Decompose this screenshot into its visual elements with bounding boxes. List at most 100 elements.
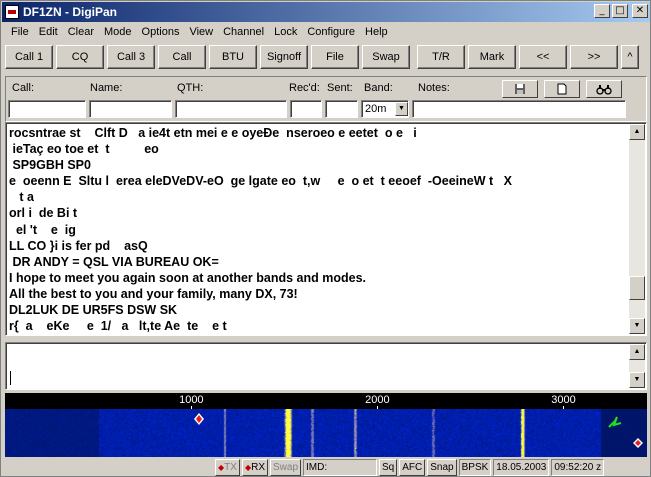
binoculars-icon [596, 85, 612, 95]
save-icon [515, 84, 525, 94]
menu-mode[interactable]: Mode [99, 24, 137, 41]
menu-bar: File Edit Clear Mode Options View Channe… [2, 23, 650, 42]
receive-line: All the best to you and your family, man… [9, 286, 298, 301]
recd-input[interactable] [290, 100, 322, 118]
waterfall-canvas[interactable] [5, 409, 647, 457]
macro-toolbar: Call 1 CQ Call 3 Call BTU Signoff File S… [5, 45, 647, 71]
receive-line: LL CO }i is fer pd asQ [9, 238, 148, 253]
time-display: 09:52:20 z [551, 458, 605, 476]
receive-line: rocsntrae st Clft D a ie4t etn mei e e o… [9, 126, 417, 140]
new-page-icon [557, 83, 567, 95]
chevron-down-icon[interactable]: ▼ [395, 102, 408, 116]
notes-input[interactable] [412, 100, 626, 118]
log-panel: Call: Name: QTH: Rec'd: Sent: Band: Note… [5, 76, 647, 122]
receive-scrollbar[interactable]: ▲ ▼ [629, 124, 645, 334]
name-input[interactable] [89, 100, 172, 118]
call-label: Call: [12, 82, 35, 94]
receive-scroll-thumb[interactable] [629, 276, 645, 300]
qth-input[interactable] [175, 100, 287, 118]
macro-btu-button[interactable]: BTU [209, 45, 257, 69]
rx-status-button[interactable]: ◆RX [241, 458, 268, 476]
menu-channel[interactable]: Channel [218, 24, 269, 41]
save-log-button[interactable] [502, 80, 538, 98]
menu-help[interactable]: Help [360, 24, 393, 41]
macro-file-button[interactable]: File [311, 45, 359, 69]
macro-call3-button[interactable]: Call 3 [107, 45, 155, 69]
receive-text: rocsntrae st Clft D a ie4t etn mei e e o… [9, 125, 629, 334]
tx-scroll-up-icon[interactable]: ▲ [629, 344, 645, 360]
notes-label: Notes: [418, 82, 450, 94]
close-button[interactable]: ✕ [632, 4, 648, 18]
next-button[interactable]: >> [570, 45, 618, 69]
app-icon[interactable] [5, 5, 19, 19]
band-label: Band: [364, 82, 393, 94]
band-select[interactable]: 20m ▼ [361, 100, 409, 118]
frequency-scale: 1000 2000 3000 [5, 393, 647, 409]
receive-line: I hope to meet you again soon at another… [9, 270, 366, 285]
new-log-button[interactable] [544, 80, 580, 98]
macro-call-button[interactable]: Call [158, 45, 206, 69]
receive-line: r{ a eKe e 1/ a lt,te Ae te e t [9, 319, 227, 334]
minimize-button[interactable]: _ [594, 4, 610, 18]
receive-line: e oeenn E Sltu l erea eleDVeDV-eO ge lga… [9, 174, 512, 189]
scale-label-1000: 1000 [179, 394, 204, 406]
status-bar: ◆TX ◆RX Swap IMD: Sq AFC Snap BPSK 18.05… [5, 458, 647, 476]
squelch-button[interactable]: Sq [379, 458, 398, 476]
menu-view[interactable]: View [184, 24, 218, 41]
window-controls: _ □ ✕ [594, 4, 648, 18]
band-value: 20m [365, 103, 387, 115]
window-title: DF1ZN - DigiPan [23, 5, 118, 19]
tx-scroll-down-icon[interactable]: ▼ [629, 372, 645, 388]
menu-clear[interactable]: Clear [63, 24, 99, 41]
receive-text-area[interactable]: rocsntrae st Clft D a ie4t etn mei e e o… [5, 122, 647, 336]
scroll-down-icon[interactable]: ▼ [629, 318, 645, 334]
scale-label-2000: 2000 [365, 394, 390, 406]
transmit-text-area[interactable]: ▲ ▼ [5, 342, 647, 390]
title-bar[interactable]: DF1ZN - DigiPan _ □ ✕ [2, 2, 650, 22]
menu-configure[interactable]: Configure [302, 24, 360, 41]
tx-label: TX [224, 461, 237, 473]
lookup-button[interactable] [586, 80, 622, 98]
tr-button[interactable]: T/R [417, 45, 465, 69]
date-display: 18.05.2003 [493, 458, 550, 476]
receive-line: ieTaç eo toe et t eo [9, 142, 159, 157]
swap-label: Swap [273, 461, 299, 473]
receive-line: t a [9, 190, 35, 205]
macro-signoff-button[interactable]: Signoff [260, 45, 308, 69]
rx-cursor-icon[interactable] [193, 413, 204, 425]
sent-input[interactable] [325, 100, 358, 118]
scale-label-3000: 3000 [551, 394, 576, 406]
call-input[interactable] [8, 100, 86, 118]
qth-label: QTH: [177, 82, 204, 94]
mark-button[interactable]: Mark [468, 45, 516, 69]
receive-line: SP9GBH SP0 [9, 158, 91, 173]
swap-status-button[interactable]: Swap [270, 458, 302, 476]
menu-lock[interactable]: Lock [269, 24, 302, 41]
snap-button[interactable]: Snap [427, 458, 457, 476]
maximize-button[interactable]: □ [612, 4, 628, 18]
macro-scroll-up-button[interactable]: ^ [621, 45, 639, 69]
waterfall-display[interactable]: 1000 2000 3000 [5, 393, 647, 457]
prev-button[interactable]: << [519, 45, 567, 69]
macro-swap-button[interactable]: Swap [362, 45, 410, 69]
recd-label: Rec'd: [289, 82, 320, 94]
app-window: DF1ZN - DigiPan _ □ ✕ File Edit Clear Mo… [0, 0, 651, 477]
tx-status-button[interactable]: ◆TX [215, 458, 240, 476]
receive-line: DL2LUK DE UR5FS DSW SK [9, 303, 178, 318]
macro-cq-button[interactable]: CQ [56, 45, 104, 69]
afc-button[interactable]: AFC [399, 458, 426, 476]
menu-options[interactable]: Options [137, 24, 185, 41]
menu-edit[interactable]: Edit [34, 24, 63, 41]
marker-diamond-icon[interactable] [633, 438, 643, 448]
receive-line: orl i de Bi t [9, 206, 78, 221]
menu-file[interactable]: File [6, 24, 34, 41]
receive-line: DR ANDY = QSL VIA BUREAU OK= [9, 254, 219, 269]
tuning-indicator-icon [608, 416, 622, 428]
text-caret [10, 371, 11, 385]
macro-call1-button[interactable]: Call 1 [5, 45, 53, 69]
mode-indicator[interactable]: BPSK [458, 458, 492, 476]
name-label: Name: [90, 82, 123, 94]
imd-readout: IMD: [303, 458, 378, 476]
transmit-scrollbar[interactable]: ▲ ▼ [629, 344, 645, 388]
scroll-up-icon[interactable]: ▲ [629, 124, 645, 140]
